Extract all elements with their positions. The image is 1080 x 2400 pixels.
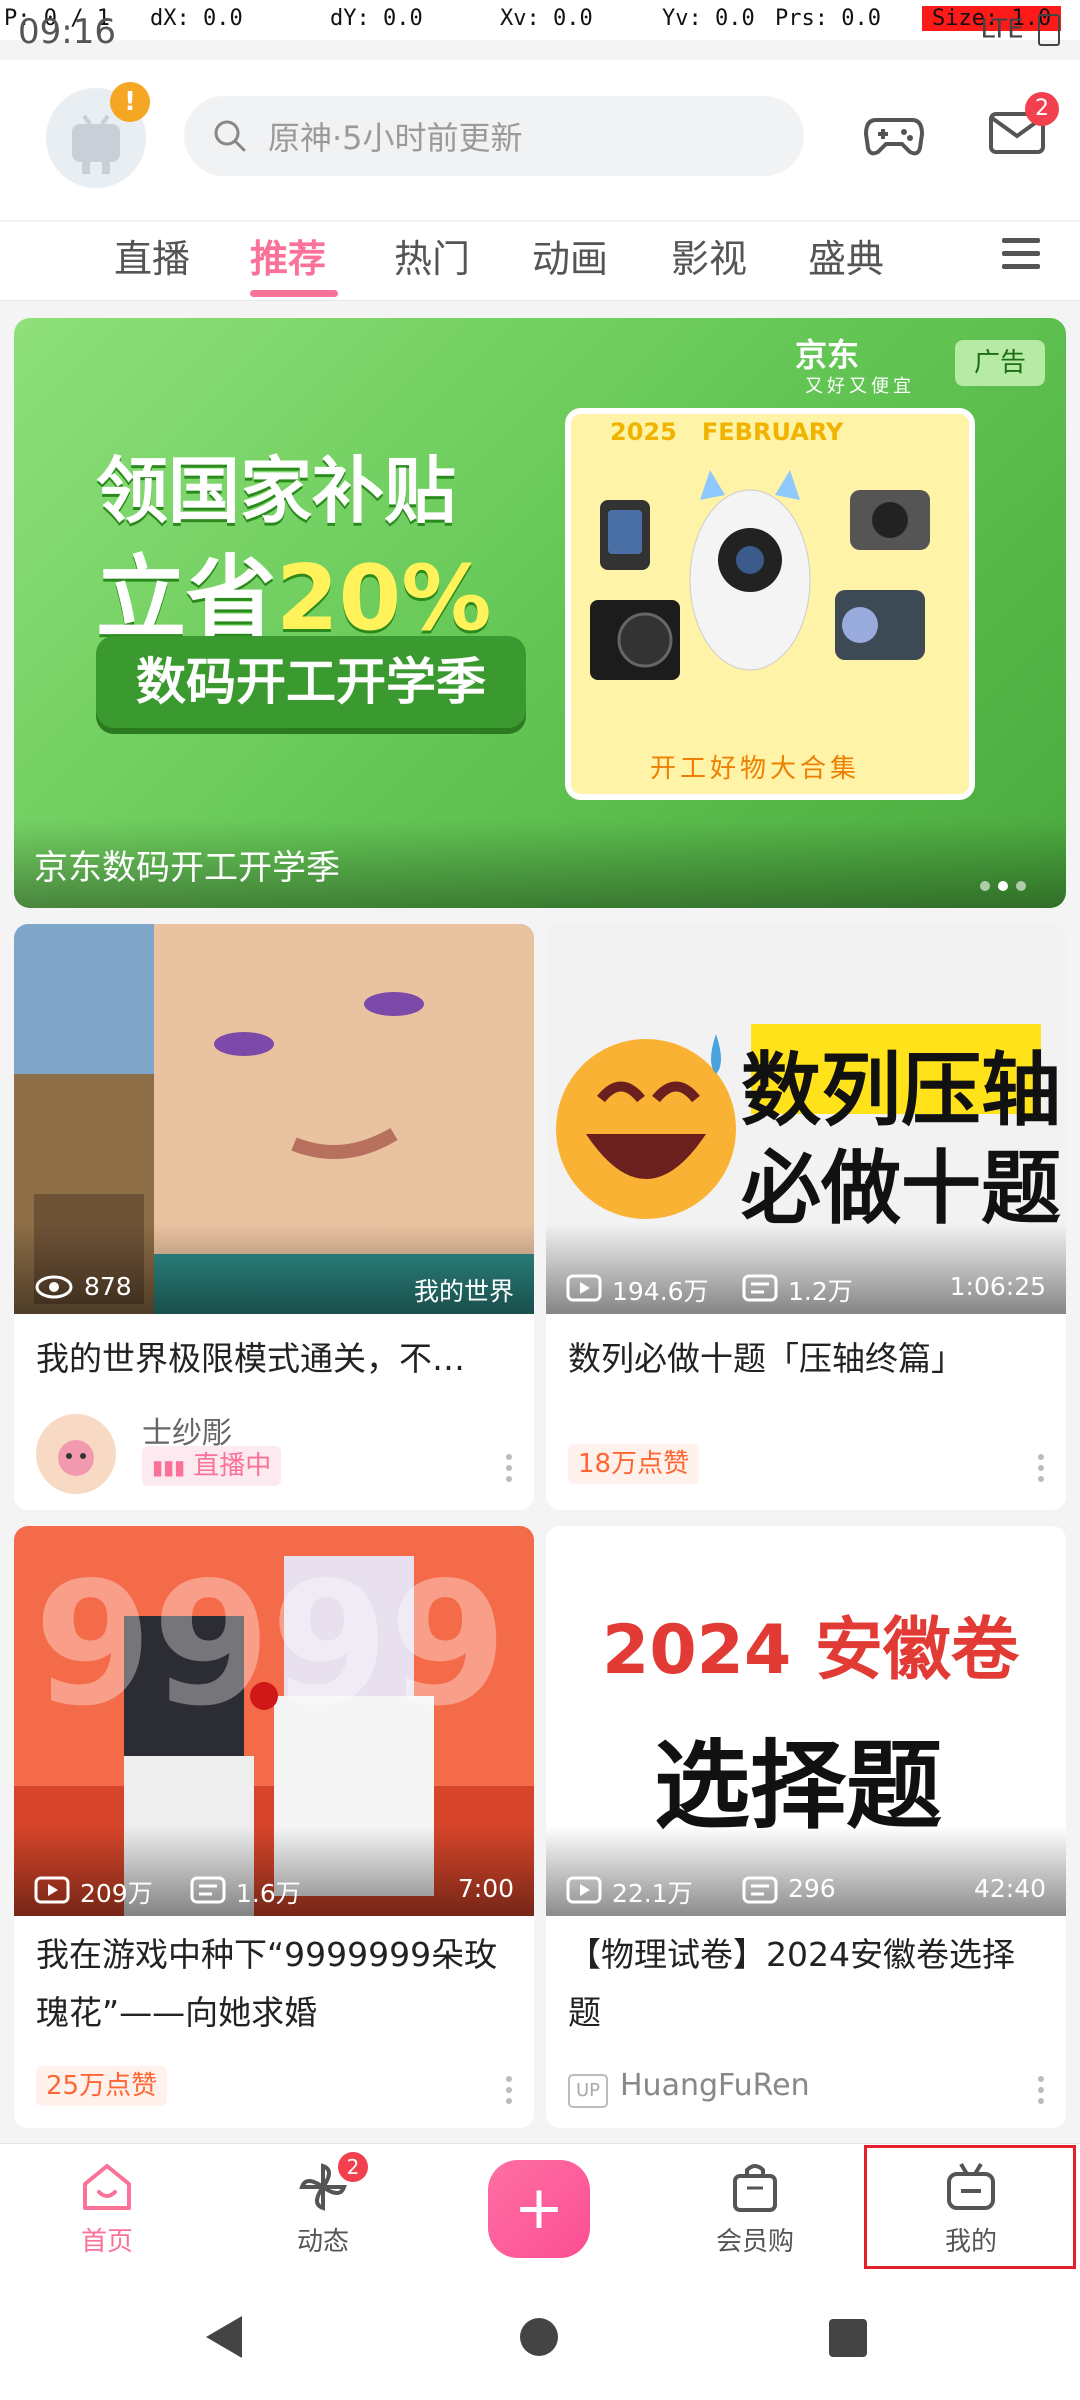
pager-dot xyxy=(1016,881,1026,891)
back-icon[interactable] xyxy=(202,2314,246,2360)
debug-dx: dX: 0.0 xyxy=(150,6,243,31)
video-duration: 7:00 xyxy=(457,1874,514,1903)
search-icon xyxy=(214,120,246,152)
avatar-alert-badge: ! xyxy=(110,82,150,122)
thumbnail-text-2: 必做十题 xyxy=(741,1142,1061,1235)
shopping-bag-icon xyxy=(733,2164,777,2212)
recents-icon[interactable] xyxy=(828,2318,868,2358)
video-title-line-1: 【物理试卷】2024安徽卷选择 xyxy=(568,1935,1015,1974)
banner-pill: 数码开工开学季 xyxy=(96,636,526,728)
products-illustration xyxy=(590,470,930,680)
search-placeholder: 原神·5小时前更新 xyxy=(268,119,523,157)
danmaku-count: 296 xyxy=(788,1874,836,1903)
live-bars-icon: ▮▮▮ xyxy=(152,1455,186,1479)
battery-icon xyxy=(1038,14,1060,46)
mail-badge: 2 xyxy=(1025,92,1059,126)
menu-icon[interactable] xyxy=(998,232,1044,276)
system-nav-bar xyxy=(0,2274,1080,2400)
live-badge: ▮▮▮ 直播中 xyxy=(142,1446,282,1486)
more-options-icon[interactable] xyxy=(506,1454,512,1482)
play-count-icon xyxy=(566,1876,602,1904)
video-title: 数列必做十题「压轴终篇」 xyxy=(568,1339,964,1378)
view-count: 878 xyxy=(84,1272,132,1301)
thumbnail-text: 9999 xyxy=(34,1546,508,1744)
banner-headline-1: 领国家补贴 xyxy=(96,449,457,533)
tab-anime[interactable]: 动画 xyxy=(532,228,608,283)
nav-home-label: 首页 xyxy=(80,2227,133,2257)
video-duration: 42:40 xyxy=(973,1874,1046,1903)
video-duration: 1:06:25 xyxy=(949,1272,1046,1301)
tab-recommend[interactable]: 推荐 xyxy=(250,228,326,283)
author-name: HuangFuRen xyxy=(620,2068,810,2103)
debug-prs: Prs: 0.0 xyxy=(775,6,881,31)
play-count-icon xyxy=(566,1274,602,1302)
debug-xv: Xv: 0.0 xyxy=(500,6,593,31)
tab-hot[interactable]: 热门 xyxy=(394,228,470,283)
video-card-4[interactable]: 2024 安徽卷 选择题 22.1万 296 42:40 【物理试卷】2024安… xyxy=(546,1526,1066,2128)
live-label: 直播中 xyxy=(193,1451,272,1481)
banner-brand-sub: 又好又便宜 xyxy=(805,376,915,397)
danmaku-icon xyxy=(742,1876,778,1904)
views-eye-icon xyxy=(35,1275,73,1299)
video-title-line-2: 题 xyxy=(568,1993,601,2032)
play-count-icon xyxy=(34,1876,70,1904)
tab-film[interactable]: 影视 xyxy=(671,228,747,283)
banner-box-year: 2025 xyxy=(610,418,677,446)
axolotl-icon xyxy=(58,1440,94,1476)
danmaku-icon xyxy=(190,1876,226,1904)
highlight-box xyxy=(864,2145,1076,2269)
game-controller-icon[interactable] xyxy=(862,104,926,164)
danmaku-icon xyxy=(742,1274,778,1302)
debug-dy: dY: 0.0 xyxy=(330,6,423,31)
view-count: 22.1万 xyxy=(612,1879,693,1908)
nav-dynamic[interactable]: 动态 xyxy=(258,2160,388,2258)
more-options-icon[interactable] xyxy=(1038,2076,1044,2104)
more-options-icon[interactable] xyxy=(1038,1454,1044,1482)
pager-dot-active xyxy=(998,881,1008,891)
like-badge: 18万点赞 xyxy=(568,1444,700,1484)
nav-vip-shop[interactable]: 会员购 xyxy=(690,2160,820,2258)
video-card-3[interactable]: 9999 209万 1.6万 7:00 我在游戏中种下“9999999朵玫 瑰花… xyxy=(14,1526,534,2128)
up-badge: UP xyxy=(568,2074,609,2108)
tab-bar: 直播 推荐 热门 动画 影视 盛典 xyxy=(0,222,1080,301)
debug-overlay: P: 0 / 1 dX: 0.0 dY: 0.0 Xv: 0.0 Yv: 0.0… xyxy=(0,0,1080,40)
thumbnail-text-1: 2024 安徽卷 xyxy=(602,1611,1019,1690)
view-count: 209万 xyxy=(80,1879,153,1908)
view-count: 194.6万 xyxy=(612,1277,709,1306)
nav-dynamic-label: 动态 xyxy=(296,2227,349,2257)
ad-label: 广告 xyxy=(955,340,1045,386)
banner-box-footer: 开工好物大合集 xyxy=(650,754,861,784)
network-label: LTE xyxy=(980,14,1024,45)
video-card-2[interactable]: 数列压轴 必做十题 194.6万 1.2万 1:06:25 数列必做十题「压轴终… xyxy=(546,924,1066,1510)
home-circle-icon[interactable] xyxy=(518,2316,560,2358)
publish-button[interactable]: + xyxy=(488,2160,590,2258)
status-network: LTE xyxy=(981,14,1060,46)
video-title-line-2: 瑰花”——向她求婚 xyxy=(36,1993,318,2032)
banner-box-header: 2025 FEBRUARY xyxy=(610,418,843,446)
active-tab-indicator xyxy=(250,290,338,297)
dynamic-badge: 2 xyxy=(338,2152,368,2182)
video-card-1[interactable]: 878 我的世界 我的世界极限模式通关，不… 士纱彫 ▮▮▮ 直播中 xyxy=(14,924,534,1510)
banner-pager xyxy=(980,876,1034,895)
nav-home[interactable]: 首页 xyxy=(42,2160,172,2258)
danmaku-count: 1.2万 xyxy=(788,1277,853,1306)
more-options-icon[interactable] xyxy=(506,2076,512,2104)
video-title: 我的世界极限模式通关，不… xyxy=(36,1339,465,1378)
debug-yv: Yv: 0.0 xyxy=(662,6,755,31)
nav-vip-shop-label: 会员购 xyxy=(715,2227,794,2257)
banner-box-month: FEBRUARY xyxy=(701,418,844,446)
video-title-line-1: 我在游戏中种下“9999999朵玫 xyxy=(36,1935,498,1974)
banner-caption: 京东数码开工开学季 xyxy=(34,848,340,888)
tab-live[interactable]: 直播 xyxy=(114,228,190,283)
pager-dot xyxy=(980,881,990,891)
author-avatar[interactable] xyxy=(36,1414,116,1494)
thumbnail-tag: 我的世界 xyxy=(413,1277,514,1306)
home-icon xyxy=(83,2164,131,2210)
banner-brand: 京东 xyxy=(795,336,860,374)
like-badge: 25万点赞 xyxy=(36,2066,168,2106)
status-time: 09:16 xyxy=(18,12,116,52)
tab-gala[interactable]: 盛典 xyxy=(808,228,884,283)
danmaku-count: 1.6万 xyxy=(236,1879,301,1908)
